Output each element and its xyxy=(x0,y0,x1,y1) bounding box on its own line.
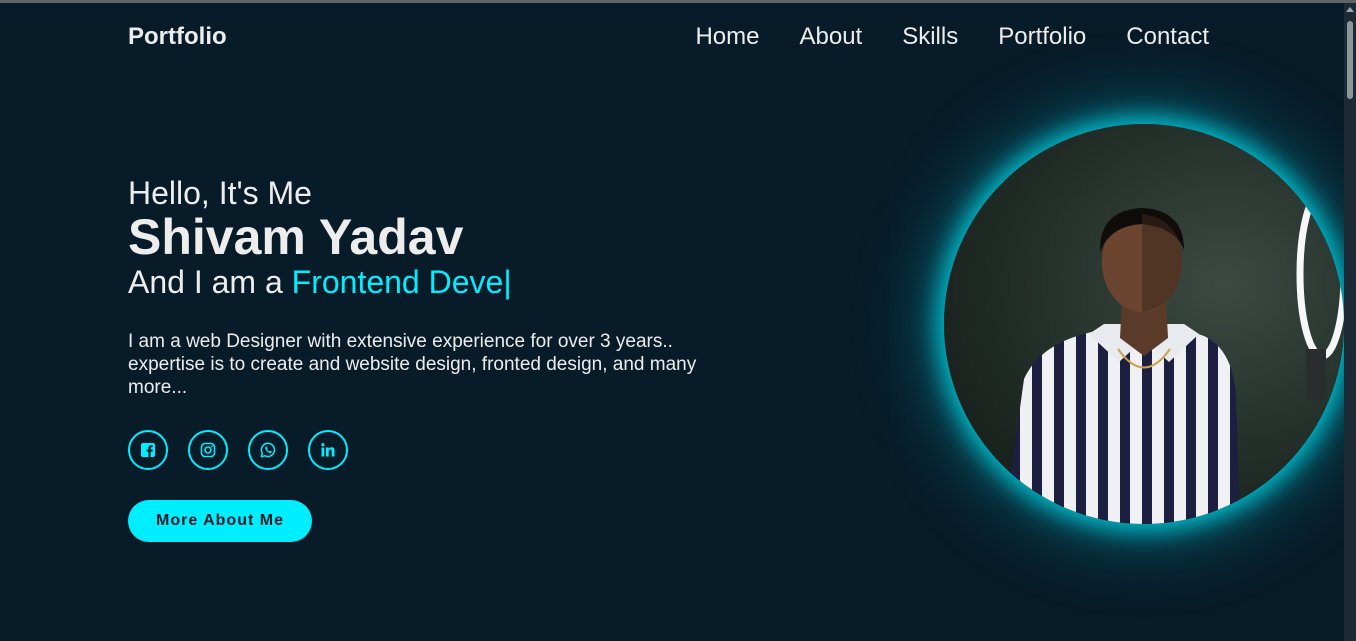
whatsapp-icon xyxy=(260,442,276,458)
nav-contact[interactable]: Contact xyxy=(1126,23,1209,51)
linkedin-icon xyxy=(321,443,335,457)
profile-photo xyxy=(944,124,1344,524)
instagram-link[interactable] xyxy=(188,430,228,470)
profile-photo-illustration xyxy=(1004,188,1344,524)
hero-role: And I am a Frontend Deve| xyxy=(128,264,512,300)
instagram-icon xyxy=(200,442,216,458)
linkedin-link[interactable] xyxy=(308,430,348,470)
hero-description: I am a web Designer with extensive exper… xyxy=(128,331,697,398)
social-links xyxy=(128,430,368,470)
logo-link[interactable]: Portfolio xyxy=(128,23,227,51)
hero-role-highlight: Frontend Deve| xyxy=(291,264,512,300)
nav-home[interactable]: Home xyxy=(695,23,759,51)
hero-greeting: Hello, It's Me xyxy=(128,175,312,211)
whatsapp-link[interactable] xyxy=(248,430,288,470)
scrollbar-thumb[interactable] xyxy=(1347,21,1353,99)
nav-skills[interactable]: Skills xyxy=(902,23,958,51)
facebook-icon xyxy=(141,443,155,457)
facebook-link[interactable] xyxy=(128,430,168,470)
page-scrollbar[interactable] xyxy=(1344,3,1356,641)
hero-role-prefix: And I am a xyxy=(128,264,292,300)
browser-top-edge xyxy=(0,0,1356,3)
nav-portfolio[interactable]: Portfolio xyxy=(998,23,1086,51)
more-about-me-button[interactable]: More About Me xyxy=(128,500,312,542)
scroll-up-arrow-icon[interactable] xyxy=(1346,7,1354,12)
main-nav: Home About Skills Portfolio Contact xyxy=(655,23,1209,51)
nav-about[interactable]: About xyxy=(800,23,863,51)
hero-name: Shivam Yadav xyxy=(128,209,464,265)
